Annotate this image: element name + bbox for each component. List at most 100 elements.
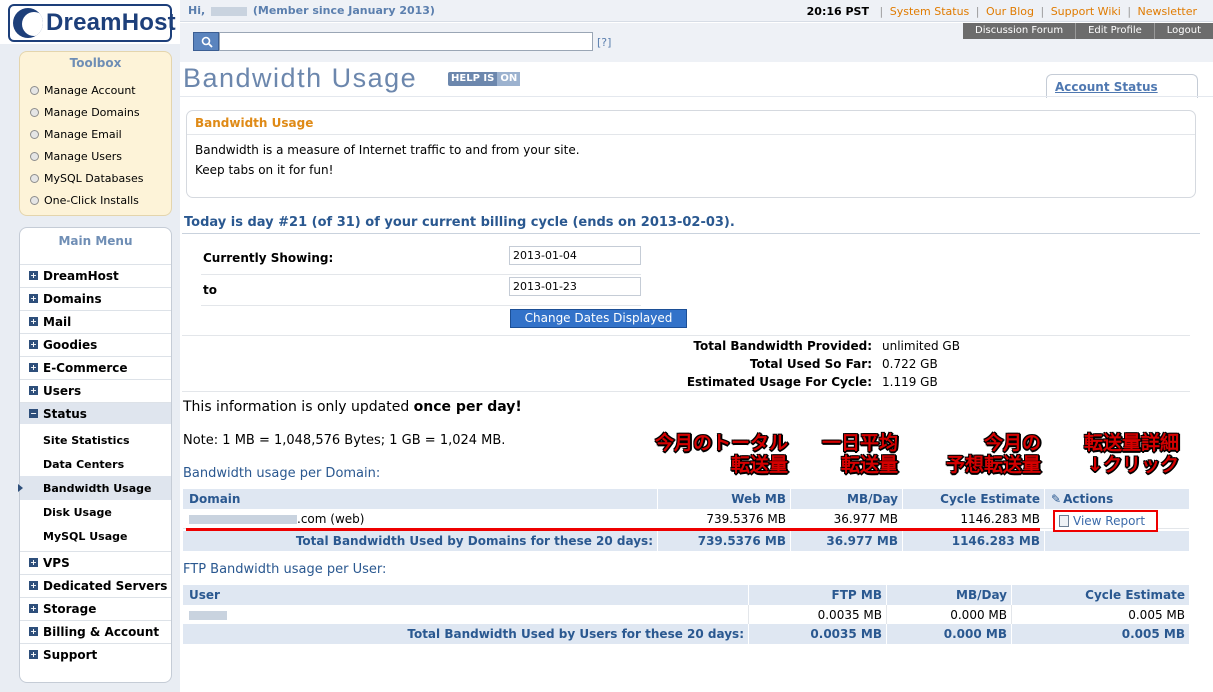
toolbox-item-manage-users[interactable]: Manage Users (30, 150, 122, 163)
row-ftp-mb: 0.0035 MB (817, 608, 882, 622)
menu-item-domains[interactable]: + Domains (20, 287, 171, 309)
our-blog-link[interactable]: Our Blog (986, 5, 1034, 18)
search-button[interactable] (193, 32, 219, 51)
view-report-button[interactable]: View Report (1053, 510, 1158, 532)
expand-icon: + (29, 650, 38, 659)
toolbox-item-manage-domains[interactable]: Manage Domains (30, 106, 140, 119)
expand-icon: + (29, 558, 38, 567)
col-cycle-estimate: Cycle Estimate (940, 492, 1040, 506)
expand-icon: + (29, 271, 38, 280)
menu-item-support[interactable]: + Support (20, 643, 171, 665)
to-label: to (203, 283, 217, 297)
menu-item-billing-account[interactable]: + Billing & Account (20, 620, 171, 642)
search-input[interactable] (219, 32, 593, 51)
help-toggle[interactable]: HELP IS ON (448, 72, 521, 86)
search-help-link[interactable]: [?] (597, 36, 611, 49)
tab-logout[interactable]: Logout (1153, 23, 1213, 39)
toolbox-item-mysql-databases[interactable]: MySQL Databases (30, 172, 143, 185)
currently-showing-label: Currently Showing: (203, 251, 334, 265)
end-date-input[interactable]: 2013-01-23 (509, 277, 641, 296)
col-ftp-mb: FTP MB (831, 588, 882, 602)
total-provided-label: Total Bandwidth Provided: (693, 339, 872, 353)
menu-item-e-commerce[interactable]: + E-Commerce (20, 356, 171, 378)
annotation-view-detail: 転送量詳細 ↓クリック (1083, 432, 1179, 476)
total-used-label: Total Used So Far: (749, 357, 872, 371)
ftp-usage-heading: FTP Bandwidth usage per User: (183, 562, 387, 577)
row-cycle-estimate: 1146.283 MB (960, 512, 1040, 526)
expand-icon: + (29, 340, 38, 349)
newsletter-link[interactable]: Newsletter (1138, 5, 1197, 18)
unit-note: Note: 1 MB = 1,048,576 Bytes; 1 GB = 1,0… (183, 433, 506, 448)
submenu-disk-usage[interactable]: Disk Usage (20, 500, 171, 524)
bullet-icon (30, 196, 39, 205)
submenu-site-statistics[interactable]: Site Statistics (20, 428, 171, 452)
toolbox-item-manage-account[interactable]: Manage Account (30, 84, 136, 97)
update-frequency: once per day! (413, 399, 522, 415)
domain-table-header: Domain Web MB MB/Day Cycle Estimate ✎ Act… (183, 489, 1189, 509)
col-ftp-cycle-estimate: Cycle Estimate (1085, 588, 1185, 602)
col-domain: Domain (189, 492, 241, 506)
submenu-bandwidth-usage[interactable]: Bandwidth Usage (18, 476, 171, 500)
toolbox-title: Toolbox (69, 56, 122, 70)
menu-item-storage[interactable]: + Storage (20, 597, 171, 619)
help-state: ON (497, 72, 521, 86)
ftp-total-cycle: 0.005 MB (1121, 627, 1185, 641)
table-row: .com (web) 739.5376 MB 36.977 MB 1146.28… (183, 509, 1189, 529)
menu-item-vps[interactable]: + VPS (20, 551, 171, 573)
highlight-underline (186, 528, 1040, 531)
ftp-total-label: Total Bandwidth Used by Users for these … (407, 627, 744, 641)
menu-item-dedicated-servers[interactable]: + Dedicated Servers (20, 574, 171, 596)
ftp-total-ftp-mb: 0.0035 MB (810, 627, 882, 641)
col-user: User (189, 588, 220, 602)
wand-icon: ✎ (1051, 492, 1062, 506)
clock-time: 20:16 PST (806, 5, 869, 18)
menu-item-mail[interactable]: + Mail (20, 310, 171, 332)
account-status-link[interactable]: Account Status (1046, 74, 1198, 98)
expand-icon: + (29, 627, 38, 636)
toolbox-item-one-click-installs[interactable]: One-Click Installs (30, 194, 139, 207)
bullet-icon (30, 86, 39, 95)
expand-icon: + (29, 581, 38, 590)
info-line: Keep tabs on it for fun! (195, 163, 334, 177)
dreamhost-logo[interactable]: DreamHost (8, 4, 176, 42)
row-mb-day: 36.977 MB (833, 512, 898, 526)
menu-item-goodies[interactable]: + Goodies (20, 333, 171, 355)
total-used-value: 0.722 GB (882, 357, 938, 371)
greeting: Hi, (Member since January 2013) (188, 4, 435, 17)
domain-total-cycle: 1146.283 MB (951, 534, 1040, 548)
row-web-mb: 739.5376 MB (706, 512, 786, 526)
start-date-input[interactable]: 2013-01-04 (509, 246, 641, 265)
collapse-icon: − (29, 409, 38, 418)
help-label: HELP IS (451, 73, 495, 84)
estimated-usage-value: 1.119 GB (882, 375, 938, 389)
report-icon (1059, 515, 1069, 527)
submenu-mysql-usage[interactable]: MySQL Usage (20, 524, 171, 548)
support-wiki-link[interactable]: Support Wiki (1051, 5, 1121, 18)
table-row: 0.0035 MB 0.000 MB 0.005 MB (183, 605, 1189, 625)
bullet-icon (30, 174, 39, 183)
info-box: Bandwidth Usage Bandwidth is a measure o… (186, 110, 1196, 198)
tab-discussion-forum[interactable]: Discussion Forum (963, 23, 1075, 39)
member-since: (Member since January 2013) (252, 4, 435, 17)
expand-icon: + (29, 363, 38, 372)
update-note: This information is only updated once pe… (183, 399, 522, 415)
estimated-usage-label: Estimated Usage For Cycle: (686, 375, 872, 389)
annotation-total-transfer: 今月のトータル 転送量 (654, 432, 788, 476)
info-line: Bandwidth is a measure of Internet traff… (195, 143, 580, 157)
expand-icon: + (29, 604, 38, 613)
menu-item-users[interactable]: + Users (20, 379, 171, 401)
system-status-link[interactable]: System Status (890, 5, 970, 18)
submenu-data-centers[interactable]: Data Centers (20, 452, 171, 476)
toolbox: Toolbox Manage Account Manage Domains Ma… (19, 51, 172, 216)
domain-total-row: Total Bandwidth Used by Domains for thes… (183, 531, 1189, 551)
menu-item-status[interactable]: − Status (20, 402, 171, 424)
domain-name: .com (web) (183, 509, 364, 529)
tab-edit-profile[interactable]: Edit Profile (1075, 23, 1154, 39)
change-dates-button[interactable]: Change Dates Displayed (510, 309, 687, 328)
col-mb-day: MB/Day (847, 492, 898, 506)
page-title: Bandwidth Usage (183, 63, 418, 93)
toolbox-item-manage-email[interactable]: Manage Email (30, 128, 122, 141)
account-tabs: Discussion Forum Edit Profile Logout (963, 23, 1213, 39)
menu-item-dreamhost[interactable]: + DreamHost (20, 264, 171, 286)
expand-icon: + (29, 386, 38, 395)
